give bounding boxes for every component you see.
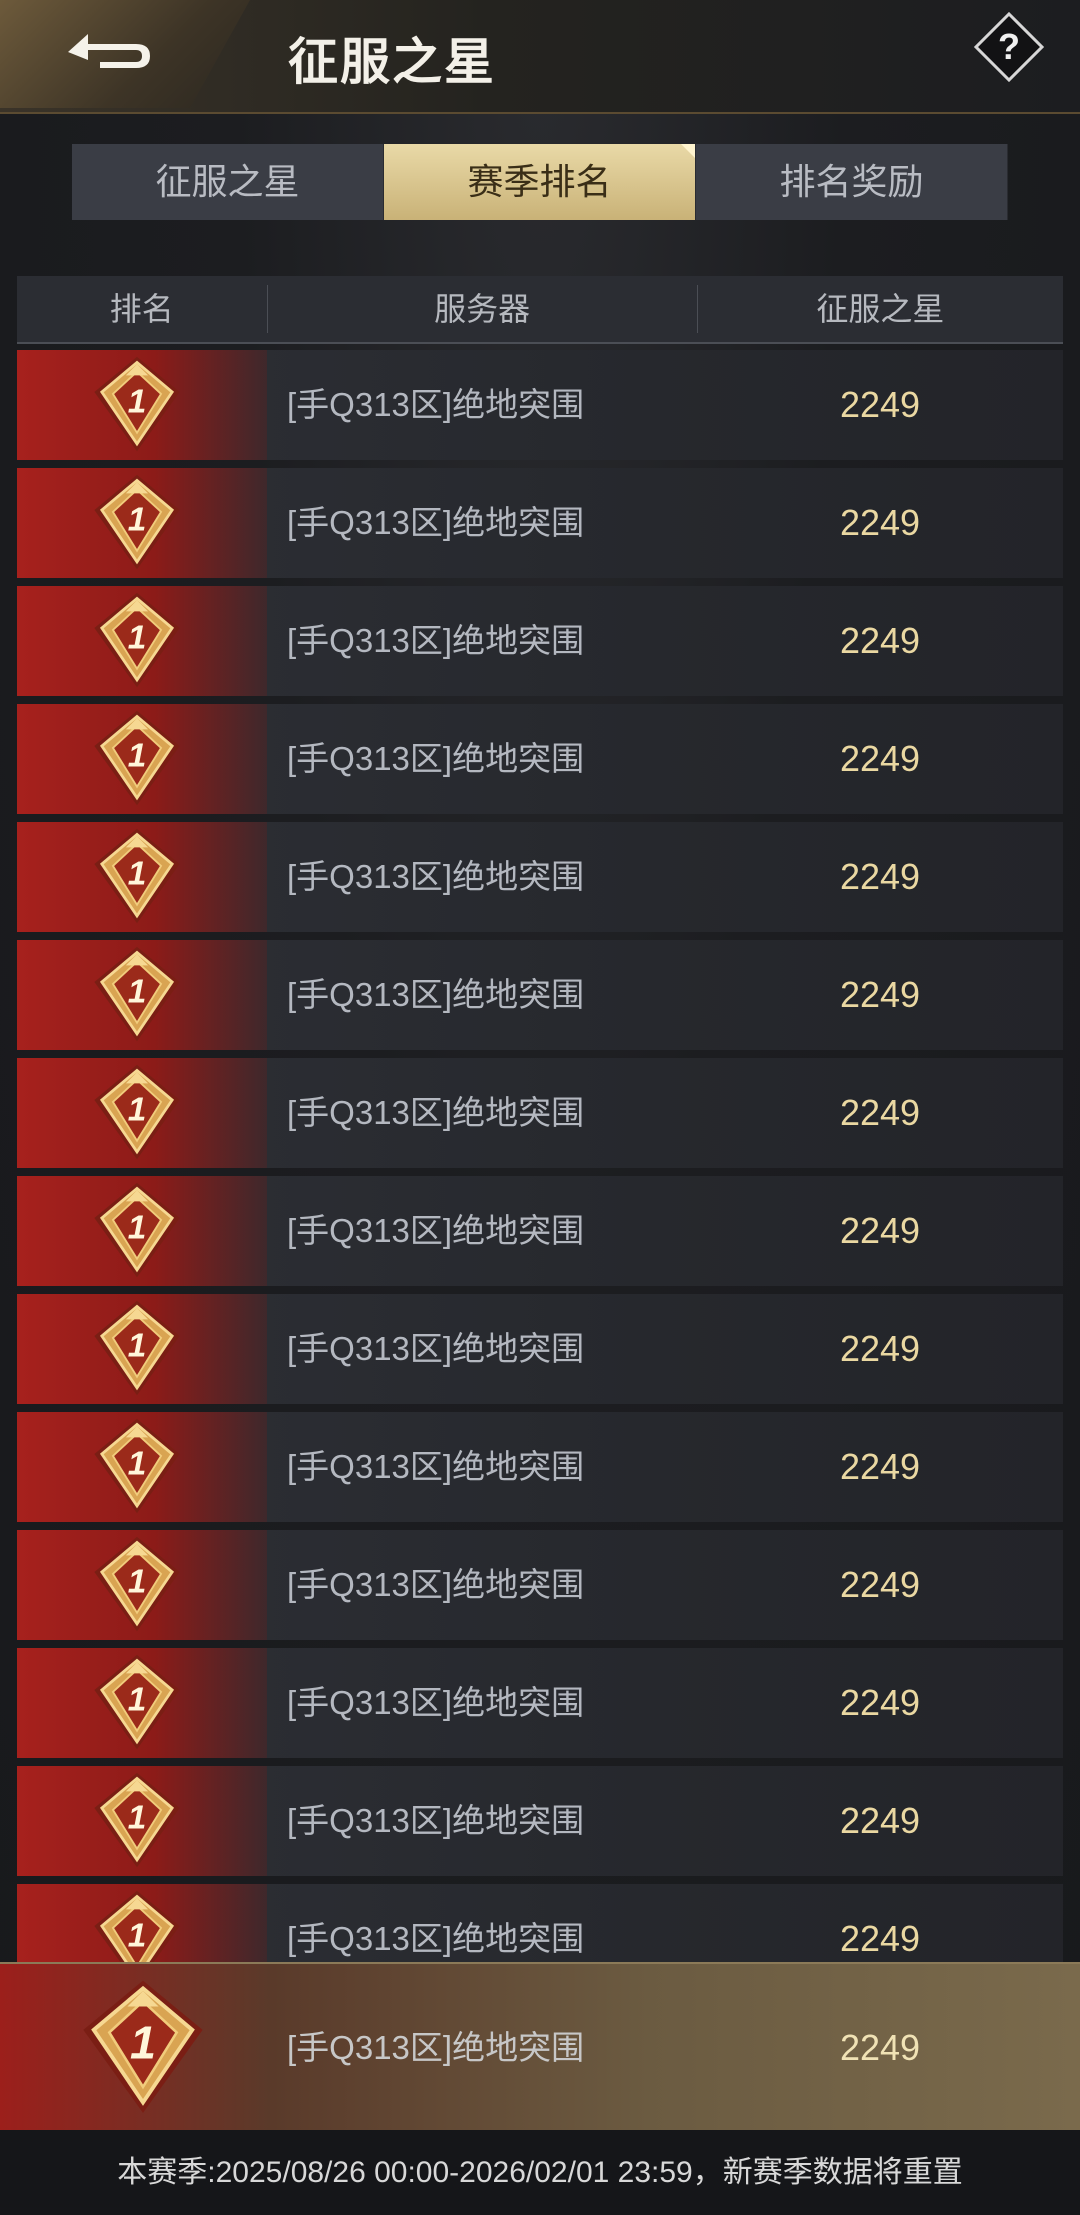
- table-row[interactable]: 1 [手Q313区]绝地突围 2249: [17, 822, 1063, 932]
- help-button[interactable]: ?: [973, 11, 1045, 83]
- rank-one-badge-icon: 1: [89, 945, 185, 1050]
- svg-text:1: 1: [128, 1799, 147, 1836]
- score-value: 2249: [839, 738, 921, 779]
- server-name: [手Q313区]绝地突围: [287, 386, 585, 423]
- svg-text:?: ?: [998, 26, 1020, 67]
- score-value: 2249: [839, 620, 921, 661]
- score-value: 2249: [839, 856, 921, 897]
- svg-text:1: 1: [128, 737, 147, 774]
- score-value: 2249: [839, 1564, 921, 1605]
- tab-bar: 征服之星 赛季排名 排名奖励: [72, 144, 1008, 220]
- table-row[interactable]: 1 [手Q313区]绝地突围 2249: [17, 940, 1063, 1050]
- tab-season-ranking[interactable]: 赛季排名: [384, 144, 696, 220]
- rank-one-badge-icon: 1: [89, 709, 185, 814]
- column-header-server: 服务器: [268, 285, 698, 333]
- rank-one-badge-icon: 1: [89, 473, 185, 578]
- rank-one-badge-icon: 1: [89, 1535, 185, 1640]
- rank-one-badge-icon: 1: [89, 1417, 185, 1522]
- table-row[interactable]: 1 [手Q313区]绝地突围 2249: [17, 468, 1063, 578]
- table-row[interactable]: 1 [手Q313区]绝地突围 2249: [17, 1294, 1063, 1404]
- svg-text:1: 1: [128, 1091, 147, 1128]
- svg-text:1: 1: [128, 973, 147, 1010]
- score-value: 2249: [839, 502, 921, 543]
- score-value: 2249: [839, 1210, 921, 1251]
- top-bar: 征服之星 ?: [0, 0, 1080, 114]
- my-server-name: [手Q313区]绝地突围: [287, 2029, 585, 2066]
- svg-text:1: 1: [128, 1209, 147, 1246]
- server-name: [手Q313区]绝地突围: [287, 1684, 585, 1721]
- table-row[interactable]: 1 [手Q313区]绝地突围 2249: [17, 1412, 1063, 1522]
- server-name: [手Q313区]绝地突围: [287, 1448, 585, 1485]
- tab-conquest-star[interactable]: 征服之星: [72, 144, 384, 220]
- score-value: 2249: [839, 1328, 921, 1369]
- svg-text:1: 1: [128, 855, 147, 892]
- table-row[interactable]: 1 [手Q313区]绝地突围 2249: [17, 704, 1063, 814]
- my-score: 2249: [839, 2027, 921, 2068]
- table-row[interactable]: 1 [手Q313区]绝地突围 2249: [17, 586, 1063, 696]
- table-row[interactable]: 1 [手Q313区]绝地突围 2249: [17, 350, 1063, 460]
- score-value: 2249: [839, 1446, 921, 1487]
- server-name: [手Q313区]绝地突围: [287, 740, 585, 777]
- page-title: 征服之星: [288, 34, 496, 90]
- back-button[interactable]: [0, 0, 250, 108]
- score-value: 2249: [839, 384, 921, 425]
- server-name: [手Q313区]绝地突围: [287, 504, 585, 541]
- tab-ranking-rewards[interactable]: 排名奖励: [696, 144, 1008, 220]
- server-name: [手Q313区]绝地突围: [287, 1094, 585, 1131]
- ranking-list[interactable]: 1 [手Q313区]绝地突围 2249 1 [手Q313区]绝地突围 2249 1 [手Q31…: [17, 350, 1063, 2002]
- rank-one-badge-icon: 1: [89, 1653, 185, 1758]
- svg-text:1: 1: [128, 383, 147, 420]
- svg-text:1: 1: [128, 619, 147, 656]
- score-value: 2249: [839, 1092, 921, 1133]
- rank-one-badge-icon: 1: [78, 1978, 208, 2123]
- table-row[interactable]: 1 [手Q313区]绝地突围 2249: [17, 1530, 1063, 1640]
- svg-text:1: 1: [128, 1563, 147, 1600]
- rank-one-badge-icon: 1: [89, 1299, 185, 1404]
- my-ranking-row: 1 [手Q313区]绝地突围 2249: [0, 1962, 1080, 2132]
- back-arrow-icon: [68, 34, 150, 68]
- server-name: [手Q313区]绝地突围: [287, 1212, 585, 1249]
- server-name: [手Q313区]绝地突围: [287, 1566, 585, 1603]
- score-value: 2249: [839, 1682, 921, 1723]
- rank-one-badge-icon: 1: [89, 1063, 185, 1168]
- rank-one-badge-icon: 1: [89, 1771, 185, 1876]
- table-header: 排名 服务器 征服之星: [17, 276, 1063, 344]
- rank-one-badge-icon: 1: [89, 827, 185, 932]
- server-name: [手Q313区]绝地突围: [287, 976, 585, 1013]
- svg-text:1: 1: [128, 1327, 147, 1364]
- server-name: [手Q313区]绝地突围: [287, 622, 585, 659]
- season-info-footer: 本赛季:2025/08/26 00:00-2026/02/01 23:59，新赛…: [0, 2130, 1080, 2215]
- table-row[interactable]: 1 [手Q313区]绝地突围 2249: [17, 1766, 1063, 1876]
- score-value: 2249: [839, 1800, 921, 1841]
- table-row[interactable]: 1 [手Q313区]绝地突围 2249: [17, 1648, 1063, 1758]
- svg-text:1: 1: [128, 1445, 147, 1482]
- svg-text:1: 1: [128, 501, 147, 538]
- table-row[interactable]: 1 [手Q313区]绝地突围 2249: [17, 1176, 1063, 1286]
- column-header-rank: 排名: [17, 285, 268, 333]
- score-value: 2249: [839, 974, 921, 1015]
- server-name: [手Q313区]绝地突围: [287, 858, 585, 895]
- server-name: [手Q313区]绝地突围: [287, 1802, 585, 1839]
- rank-one-badge-icon: 1: [89, 591, 185, 696]
- server-name: [手Q313区]绝地突围: [287, 1330, 585, 1367]
- column-header-score: 征服之星: [816, 291, 945, 327]
- svg-text:1: 1: [128, 1917, 147, 1954]
- svg-text:1: 1: [130, 2016, 156, 2068]
- question-mark-icon: ?: [973, 11, 1045, 83]
- rank-one-badge-icon: 1: [89, 1181, 185, 1286]
- table-row[interactable]: 1 [手Q313区]绝地突围 2249: [17, 1058, 1063, 1168]
- svg-text:1: 1: [128, 1681, 147, 1718]
- app-screen: 征服之星 ? 征服之星 赛季排名 排名奖励 排名 服务器 征服之星 1 [手Q31…: [0, 0, 1080, 2215]
- rank-one-badge-icon: 1: [89, 355, 185, 460]
